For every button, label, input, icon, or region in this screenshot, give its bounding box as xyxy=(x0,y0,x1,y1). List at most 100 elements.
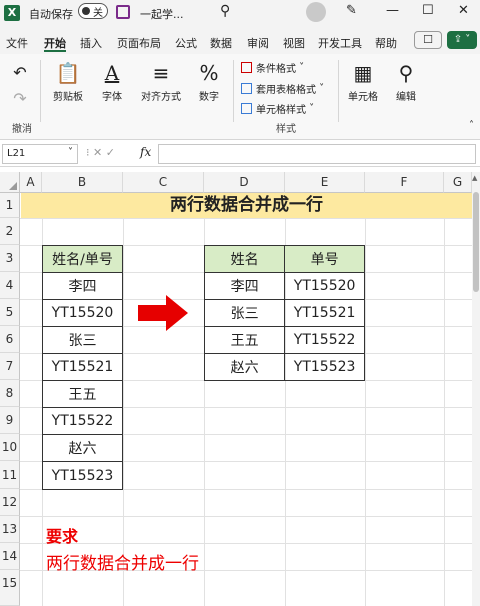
edit-label: 编辑 xyxy=(396,92,416,103)
column-header-b[interactable]: B xyxy=(42,172,123,193)
row-header-2[interactable]: 2 xyxy=(0,218,20,245)
table-format-button[interactable]: 套用表格格式 ˅ xyxy=(241,81,324,96)
table-cell[interactable]: YT15520 xyxy=(284,272,365,300)
autosave-toggle[interactable]: 关 xyxy=(78,3,108,19)
table-cell[interactable]: YT15522 xyxy=(284,326,365,354)
table-cell[interactable]: 张三 xyxy=(42,326,123,354)
formula-bar-icons: ⁝ ✕ ✓ xyxy=(86,146,115,159)
column-header-g[interactable]: G xyxy=(444,172,472,193)
cell-style-button[interactable]: 单元格样式 ˅ xyxy=(241,101,314,116)
table-header-name[interactable]: 姓名 xyxy=(203,245,286,273)
grid-line xyxy=(444,193,445,606)
row-header-5[interactable]: 5 xyxy=(0,299,20,326)
column-header-c[interactable]: C xyxy=(123,172,204,193)
column-header-f[interactable]: F xyxy=(365,172,444,193)
maximize-button[interactable]: ☐ xyxy=(422,3,434,18)
conditional-format-button[interactable]: 条件格式 ˅ xyxy=(241,60,304,75)
row-header-9[interactable]: 9 xyxy=(0,407,20,434)
close-button[interactable]: ✕ xyxy=(458,3,469,18)
grid-line xyxy=(20,543,472,544)
pen-icon[interactable]: ✎ xyxy=(346,3,357,18)
minimize-button[interactable]: — xyxy=(386,3,399,18)
menu-page-layout[interactable]: 页面布局 xyxy=(117,35,161,51)
font-button[interactable]: A 字体 xyxy=(94,54,130,103)
row-header-15[interactable]: 15 xyxy=(0,570,20,606)
share-button[interactable]: ⇪ ˅ xyxy=(447,31,477,49)
toggle-state: 关 xyxy=(93,8,103,19)
table-cell[interactable]: YT15520 xyxy=(42,299,123,327)
grid-line xyxy=(20,218,472,219)
table-cell[interactable]: 王五 xyxy=(203,326,286,354)
table-cell[interactable]: 赵六 xyxy=(203,353,286,381)
formula-input[interactable] xyxy=(158,144,476,164)
column-header-a[interactable]: A xyxy=(20,172,42,193)
formula-bar: L21 ˅ ⁝ ✕ ✓ fx xyxy=(0,141,480,167)
table-cell[interactable]: 赵六 xyxy=(42,434,123,462)
table-cell[interactable]: 张三 xyxy=(203,299,286,327)
grid-line xyxy=(123,193,124,606)
source-table: 姓名/单号 李四 YT15520 张三 YT15521 王五 YT15522 赵… xyxy=(42,245,123,490)
menu-review[interactable]: 审阅 xyxy=(247,35,269,51)
table-cell[interactable]: YT15521 xyxy=(42,353,123,381)
row-header-11[interactable]: 11 xyxy=(0,461,20,489)
collapse-ribbon-icon[interactable]: ˄ xyxy=(469,120,474,131)
undo-icon[interactable]: ↶ xyxy=(6,60,34,86)
table-cell[interactable]: 李四 xyxy=(42,272,123,300)
row-header-10[interactable]: 10 xyxy=(0,434,20,461)
vertical-scrollbar[interactable]: ▲ xyxy=(472,172,480,606)
name-box[interactable]: L21 ˅ xyxy=(2,144,78,164)
menu-data[interactable]: 数据 xyxy=(210,35,232,51)
cell-style-icon xyxy=(241,103,252,114)
avatar[interactable] xyxy=(306,2,326,22)
cells-button[interactable]: ▦ 单元格 xyxy=(343,54,383,103)
table-cell[interactable]: 王五 xyxy=(42,380,123,408)
undo-group-label: 撤消 xyxy=(12,124,32,135)
scroll-up-icon[interactable]: ▲ xyxy=(472,174,477,182)
row-header-8[interactable]: 8 xyxy=(0,380,20,407)
save-icon[interactable] xyxy=(116,5,130,19)
scrollbar-thumb[interactable] xyxy=(473,192,479,292)
menu-formulas[interactable]: 公式 xyxy=(175,35,197,51)
menu-developer[interactable]: 开发工具 xyxy=(318,35,362,51)
number-button[interactable]: % 数字 xyxy=(192,54,226,103)
alignment-button[interactable]: ≡ 对齐方式 xyxy=(138,54,184,103)
table-cell[interactable]: YT15522 xyxy=(42,407,123,435)
table-cell[interactable]: YT15523 xyxy=(42,461,123,490)
row-header-12[interactable]: 12 xyxy=(0,489,20,516)
table-cell[interactable]: 李四 xyxy=(203,272,286,300)
right-arrow-icon xyxy=(138,295,188,331)
row-header-14[interactable]: 14 xyxy=(0,543,20,570)
menu-home[interactable]: 开始 xyxy=(44,35,66,51)
clipboard-button[interactable]: 📋 剪贴板 xyxy=(48,54,88,103)
insert-function-button[interactable]: fx xyxy=(140,145,151,159)
menu-view[interactable]: 视图 xyxy=(283,35,305,51)
table-header-number[interactable]: 单号 xyxy=(284,245,365,273)
document-title[interactable]: 一起学... xyxy=(140,6,184,22)
row-header-1[interactable]: 1 xyxy=(0,193,20,218)
sheet-title-cell[interactable]: 两行数据合并成一行 xyxy=(21,193,472,218)
row-header-6[interactable]: 6 xyxy=(0,326,20,353)
requirement-text[interactable]: 两行数据合并成一行 xyxy=(46,549,199,574)
chevron-down-icon[interactable]: ˅ xyxy=(68,147,73,158)
menu-insert[interactable]: 插入 xyxy=(80,35,102,51)
edit-button[interactable]: ⚲ 编辑 xyxy=(388,54,424,103)
select-all-button[interactable] xyxy=(0,172,20,193)
title-bar: X 自动保存 关 一起学... ⚲ ✎ — ☐ ✕ xyxy=(0,0,480,28)
table-cell[interactable]: YT15523 xyxy=(284,353,365,381)
column-header-d[interactable]: D xyxy=(204,172,285,193)
search-icon[interactable]: ⚲ xyxy=(220,3,230,19)
conditional-format-label: 条件格式 xyxy=(256,64,296,75)
menu-file[interactable]: 文件 xyxy=(6,35,28,51)
requirement-heading[interactable]: 要求 xyxy=(46,523,78,547)
menu-help[interactable]: 帮助 xyxy=(375,35,397,51)
row-header-13[interactable]: 13 xyxy=(0,516,20,543)
conditional-format-icon xyxy=(241,62,252,73)
row-header-3[interactable]: 3 xyxy=(0,245,20,272)
column-header-e[interactable]: E xyxy=(285,172,365,193)
table-cell[interactable]: 姓名/单号 xyxy=(42,245,123,273)
redo-icon[interactable]: ↷ xyxy=(6,86,34,112)
comment-button[interactable]: ☐ xyxy=(414,31,442,49)
row-header-4[interactable]: 4 xyxy=(0,272,20,299)
table-cell[interactable]: YT15521 xyxy=(284,299,365,327)
row-header-7[interactable]: 7 xyxy=(0,353,20,380)
